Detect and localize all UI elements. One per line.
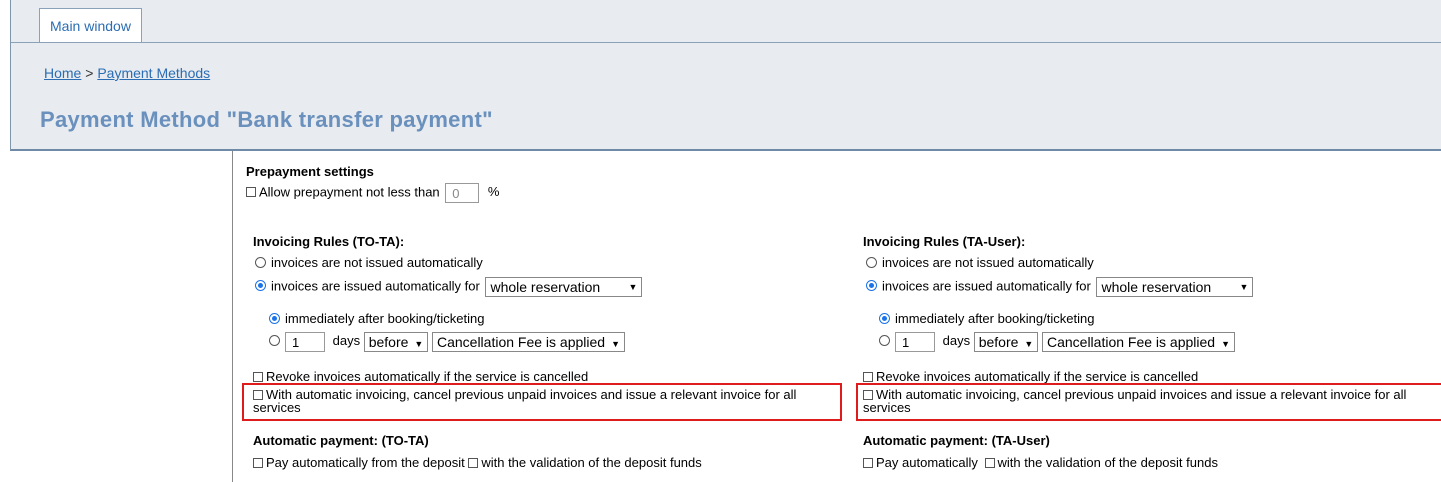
right-validation-label: with the validation of the deposit funds bbox=[997, 455, 1218, 470]
chevron-down-icon: ▼ bbox=[1221, 339, 1230, 349]
right-pay-label: Pay automatically bbox=[876, 455, 978, 470]
left-cancel-row: With automatic invoicing, cancel previou… bbox=[253, 388, 838, 414]
left-before-value: before bbox=[368, 334, 409, 350]
right-invoicing-heading: Invoicing Rules (TA-User): bbox=[863, 234, 1026, 249]
right-pay-checkbox[interactable] bbox=[863, 458, 873, 468]
left-revoke-checkbox[interactable] bbox=[253, 372, 263, 382]
right-pay-row: Pay automatically with the validation of… bbox=[863, 455, 1218, 470]
left-issued-label: invoices are issued automatically for bbox=[271, 278, 480, 294]
left-immediately-label: immediately after booking/ticketing bbox=[285, 311, 485, 326]
prepayment-row: Allow prepayment not less than 0 % bbox=[246, 183, 499, 203]
left-revoke-row: Revoke invoices automatically if the ser… bbox=[253, 369, 588, 384]
right-before-value: before bbox=[978, 334, 1019, 350]
left-days-label: days bbox=[332, 333, 361, 349]
left-not-issued-radio[interactable] bbox=[255, 257, 266, 268]
left-immediately-radio[interactable] bbox=[269, 313, 280, 324]
right-immediately-label: immediately after booking/ticketing bbox=[895, 311, 1095, 326]
breadcrumb-payment-methods-link[interactable]: Payment Methods bbox=[97, 65, 210, 81]
percent-label: % bbox=[487, 184, 500, 200]
right-days-row: 1 days before ▼ Cancellation Fee is appli… bbox=[879, 332, 1235, 352]
left-invoicing-heading: Invoicing Rules (TO-TA): bbox=[253, 234, 405, 249]
right-immediately-radio[interactable] bbox=[879, 313, 890, 324]
left-days-row: 1 days before ▼ Cancellation Fee is appli… bbox=[269, 332, 625, 352]
tab-main-window[interactable]: Main window bbox=[39, 8, 142, 42]
left-days-radio[interactable] bbox=[269, 335, 280, 347]
right-scope-value: whole reservation bbox=[1101, 279, 1212, 295]
left-before-select[interactable]: before ▼ bbox=[363, 332, 429, 352]
tab-divider bbox=[11, 42, 1441, 43]
left-opt-immediately[interactable]: immediately after booking/ticketing bbox=[269, 311, 484, 326]
right-fee-select[interactable]: Cancellation Fee is applied ▼ bbox=[1041, 332, 1235, 352]
right-revoke-label: Revoke invoices automatically if the ser… bbox=[876, 369, 1199, 384]
right-scope-select[interactable]: whole reservation ▼ bbox=[1096, 277, 1254, 297]
right-opt-not-issued[interactable]: invoices are not issued automatically bbox=[866, 255, 1094, 270]
left-validation-checkbox[interactable] bbox=[468, 458, 479, 468]
chevron-down-icon: ▼ bbox=[1239, 282, 1249, 292]
header-panel: Main window Home > Payment Methods Payme… bbox=[10, 0, 1441, 151]
right-issued-label: invoices are issued automatically for bbox=[882, 278, 1091, 294]
left-opt-not-issued[interactable]: invoices are not issued automatically bbox=[255, 255, 483, 270]
right-cancel-checkbox[interactable] bbox=[863, 390, 873, 400]
chevron-down-icon: ▼ bbox=[1024, 339, 1034, 349]
chevron-down-icon: ▼ bbox=[611, 339, 620, 349]
left-not-issued-label: invoices are not issued automatically bbox=[271, 255, 483, 270]
left-fee-value: Cancellation Fee is applied bbox=[436, 334, 606, 350]
breadcrumb-home-link[interactable]: Home bbox=[44, 65, 81, 81]
chevron-down-icon: ▼ bbox=[414, 339, 424, 349]
right-opt-immediately[interactable]: immediately after booking/ticketing bbox=[879, 311, 1094, 326]
left-cancel-label: With automatic invoicing, cancel previou… bbox=[253, 387, 797, 415]
left-scope-select[interactable]: whole reservation ▼ bbox=[485, 277, 643, 297]
right-validation-checkbox[interactable] bbox=[984, 458, 995, 468]
prepayment-heading: Prepayment settings bbox=[246, 164, 374, 179]
right-cancel-row: With automatic invoicing, cancel previou… bbox=[863, 388, 1439, 418]
prepayment-percent-input[interactable]: 0 bbox=[445, 183, 480, 203]
left-pay-row: Pay automatically from the deposit with … bbox=[253, 455, 702, 470]
left-auto-payment-heading: Automatic payment: (TO-TA) bbox=[253, 433, 429, 448]
left-pay-label: Pay automatically from the deposit bbox=[266, 455, 465, 470]
left-issued-radio[interactable] bbox=[255, 280, 266, 292]
left-scope-value: whole reservation bbox=[490, 279, 601, 295]
right-revoke-row: Revoke invoices automatically if the ser… bbox=[863, 369, 1198, 384]
right-not-issued-radio[interactable] bbox=[866, 257, 877, 268]
allow-prepayment-checkbox[interactable] bbox=[246, 187, 256, 198]
right-revoke-checkbox[interactable] bbox=[863, 372, 873, 382]
right-days-label: days bbox=[942, 333, 971, 349]
left-pay-checkbox[interactable] bbox=[253, 458, 263, 468]
right-not-issued-label: invoices are not issued automatically bbox=[882, 255, 1094, 270]
left-days-input[interactable]: 1 bbox=[285, 332, 325, 352]
right-opt-issued[interactable]: invoices are issued automatically for wh… bbox=[866, 277, 1254, 297]
right-fee-value: Cancellation Fee is applied bbox=[1046, 334, 1216, 350]
breadcrumb-separator: > bbox=[81, 65, 98, 81]
left-opt-issued[interactable]: invoices are issued automatically for wh… bbox=[255, 277, 643, 297]
right-days-input[interactable]: 1 bbox=[895, 332, 935, 352]
right-before-select[interactable]: before ▼ bbox=[973, 332, 1039, 352]
left-fee-select[interactable]: Cancellation Fee is applied ▼ bbox=[431, 332, 625, 352]
left-cancel-checkbox[interactable] bbox=[253, 390, 263, 400]
allow-prepayment-label: Allow prepayment not less than bbox=[259, 184, 440, 200]
left-validation-label: with the validation of the deposit funds bbox=[481, 455, 702, 470]
page-title: Payment Method "Bank transfer payment" bbox=[40, 107, 493, 132]
right-cancel-label: With automatic invoicing, cancel previou… bbox=[863, 388, 1407, 415]
breadcrumb: Home > Payment Methods bbox=[44, 65, 210, 81]
right-days-radio[interactable] bbox=[879, 335, 890, 347]
chevron-down-icon: ▼ bbox=[628, 282, 638, 292]
right-issued-radio[interactable] bbox=[866, 280, 877, 292]
left-revoke-label: Revoke invoices automatically if the ser… bbox=[266, 369, 589, 384]
content-area: Prepayment settings Allow prepayment not… bbox=[232, 151, 1441, 482]
right-auto-payment-heading: Automatic payment: (TA-User) bbox=[863, 433, 1050, 448]
